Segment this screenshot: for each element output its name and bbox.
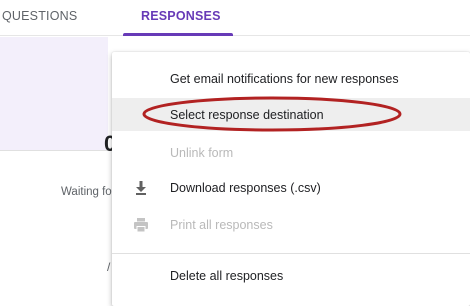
print-icon [133, 217, 149, 233]
menu-item-delete-all-responses[interactable]: Delete all responses [112, 259, 470, 292]
forms-responses-page: QUESTIONS RESPONSES 0 / Waiting for resp… [0, 0, 470, 306]
menu-item-label: Select response destination [170, 107, 324, 122]
card-divider [0, 150, 108, 151]
tab-bar: QUESTIONS RESPONSES [0, 0, 470, 36]
menu-item-label: Get email notifications for new response… [170, 71, 399, 86]
menu-item-label: Unlink form [170, 145, 234, 160]
menu-item-unlink-form: Unlink form [112, 136, 470, 169]
responses-more-menu: Get email notifications for new response… [112, 52, 470, 306]
menu-item-email-notifications[interactable]: Get email notifications for new response… [112, 62, 470, 95]
download-icon [133, 180, 149, 196]
tab-responses[interactable]: RESPONSES [141, 9, 221, 23]
menu-item-select-response-destination[interactable]: Select response destination [112, 98, 470, 131]
partial-heading: 0 [104, 132, 112, 156]
menu-item-label: Download responses (.csv) [170, 180, 321, 195]
menu-item-label: Print all responses [170, 217, 273, 232]
menu-item-print-all-responses: Print all responses [112, 208, 470, 241]
menu-item-download-responses[interactable]: Download responses (.csv) [112, 171, 470, 204]
active-tab-indicator [123, 33, 233, 36]
tab-questions[interactable]: QUESTIONS [2, 9, 77, 23]
menu-item-label: Delete all responses [170, 268, 284, 283]
responses-summary-card [0, 37, 108, 150]
menu-divider [112, 253, 470, 254]
